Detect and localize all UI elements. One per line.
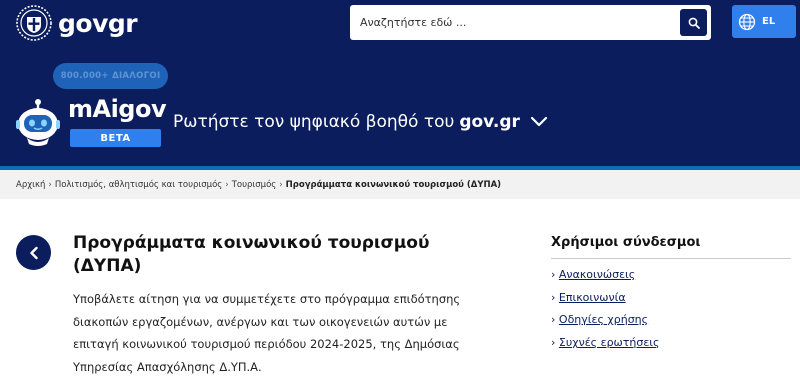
breadcrumb-home[interactable]: Αρχική [16, 180, 45, 190]
breadcrumb-separator: › [225, 179, 229, 190]
breadcrumb-separator: › [279, 179, 283, 190]
link-contact[interactable]: Επικοινωνία [559, 291, 626, 304]
search-icon [688, 17, 700, 29]
page-title: Προγράμματα κοινωνικού τουρισμού (ΔΥΠΑ) [73, 233, 430, 276]
greek-emblem-icon [16, 5, 52, 41]
back-button[interactable] [16, 235, 51, 270]
govgr-logo-text: govgr [58, 8, 138, 38]
search-input[interactable] [350, 5, 670, 40]
search-box [350, 5, 711, 40]
list-item: › Ανακοινώσεις [551, 268, 636, 281]
search-button[interactable] [680, 9, 707, 36]
useful-links-list: › Ανακοινώσεις › Επικοινωνία › Οδηγίες χ… [551, 268, 659, 358]
language-label: EL [762, 16, 776, 27]
beta-badge: BETA [70, 129, 161, 147]
assistant-prompt-govgr: gov.gr [459, 112, 520, 132]
breadcrumb: Αρχική › Πολιτισμός, αθλητισμός και τουρ… [0, 166, 800, 199]
list-item: › Συχνές ερωτήσεις [551, 335, 660, 349]
govgr-logo[interactable]: govgr [16, 5, 138, 41]
useful-links-title: Χρήσιμοι σύνδεσμοι [551, 235, 701, 250]
robot-assistant-icon[interactable] [15, 98, 61, 148]
link-user-guide[interactable]: Οδηγίες χρήσης [559, 313, 648, 326]
link-faq[interactable]: Συχνές ερωτήσεις [559, 336, 660, 349]
breadcrumb-separator: › [48, 179, 52, 190]
breadcrumb-culture-sports-tourism[interactable]: Πολιτισμός, αθλητισμός και τουρισμός [55, 180, 222, 190]
ask-assistant-toggle[interactable]: Ρωτήστε τον ψηφιακό βοηθό του gov.gr [173, 112, 548, 132]
link-announcements[interactable]: Ανακοινώσεις [559, 268, 635, 281]
maigov-title: mAigov [68, 95, 167, 123]
site-header: govgr EL 800.000+ ΔΙΑΛΟΓΟΙ [0, 0, 800, 166]
page-description: Υποβάλετε αίτηση για να συμμετέχετε στο … [73, 292, 461, 374]
assistant-prompt: Ρωτήστε τον ψηφιακό βοηθό του [173, 112, 455, 132]
list-item: › Οδηγίες χρήσης [551, 313, 649, 326]
useful-links-divider [551, 258, 791, 259]
breadcrumb-current: Προγράμματα κοινωνικού τουρισμού (ΔΥΠΑ) [285, 179, 502, 190]
chevron-down-icon [530, 116, 547, 127]
language-selector[interactable]: EL [732, 5, 796, 38]
list-item: › Επικοινωνία [551, 290, 626, 304]
globe-icon [738, 13, 756, 30]
breadcrumb-tourism[interactable]: Τουρισμός [232, 180, 277, 190]
chevron-left-icon [29, 246, 38, 259]
dialogue-count-bubble: 800.000+ ΔΙΑΛΟΓΟΙ [53, 63, 168, 89]
